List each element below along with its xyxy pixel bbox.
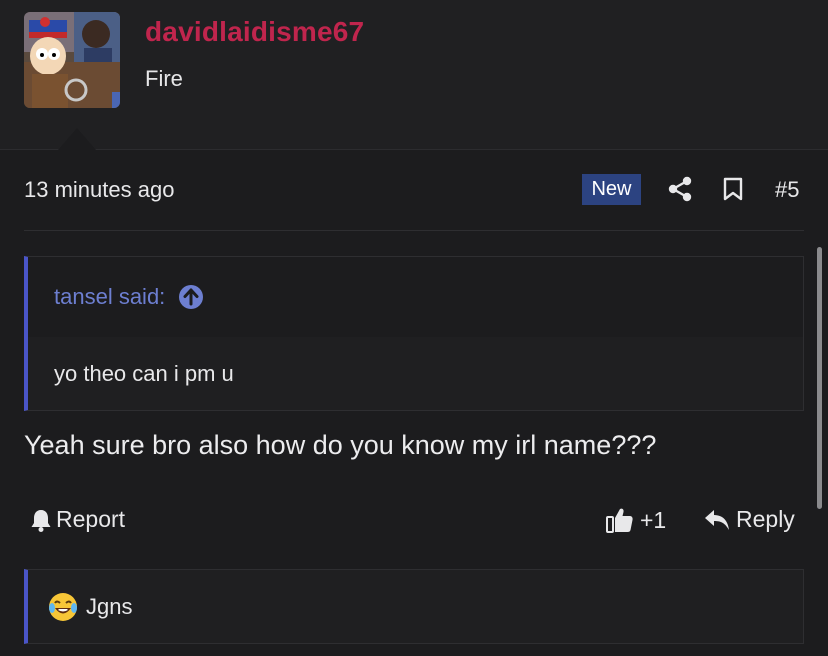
reactions-text: Jgns bbox=[86, 593, 133, 619]
thumbs-up-icon bbox=[606, 508, 633, 533]
new-badge: New bbox=[582, 174, 641, 205]
post-timestamp[interactable]: 13 minutes ago bbox=[24, 177, 174, 203]
reactions-bar[interactable]: Jgns bbox=[24, 569, 804, 644]
report-label: Report bbox=[56, 506, 126, 532]
header-divider bbox=[0, 149, 828, 150]
scrollbar-thumb[interactable] bbox=[817, 247, 822, 509]
share-icon[interactable] bbox=[668, 176, 692, 202]
user-title: Fire bbox=[145, 66, 183, 91]
quote-block: tansel said: yo theo can i pm u bbox=[24, 256, 804, 411]
like-count: +1 bbox=[640, 506, 667, 533]
username[interactable]: davidlaidisme67 bbox=[145, 16, 364, 48]
joy-emoji-icon bbox=[49, 592, 77, 621]
post-meta-bar: 13 minutes ago New #5 bbox=[24, 170, 804, 210]
bell-icon bbox=[31, 509, 51, 532]
quote-header: tansel said: bbox=[28, 257, 803, 337]
post-message: Yeah sure bro also how do you know my ir… bbox=[24, 430, 657, 460]
post-author-header: davidlaidisme67 Fire bbox=[0, 0, 828, 149]
report-button[interactable]: Report bbox=[30, 506, 125, 533]
post-number-link[interactable]: #5 bbox=[775, 177, 799, 203]
arrow-up-circle-icon[interactable] bbox=[179, 285, 204, 309]
like-button[interactable]: +1 bbox=[606, 506, 666, 534]
header-pointer bbox=[58, 128, 96, 150]
reply-button[interactable]: Reply bbox=[704, 506, 795, 533]
bookmark-icon[interactable] bbox=[722, 177, 744, 201]
reply-arrow-icon bbox=[705, 509, 729, 530]
reply-label: Reply bbox=[736, 506, 795, 532]
quote-text: yo theo can i pm u bbox=[54, 361, 234, 386]
quote-author-link[interactable]: tansel said: bbox=[54, 284, 165, 310]
user-avatar[interactable] bbox=[24, 12, 120, 108]
forum-post: davidlaidisme67 Fire 13 minutes ago New … bbox=[0, 0, 828, 656]
meta-divider bbox=[24, 230, 804, 231]
